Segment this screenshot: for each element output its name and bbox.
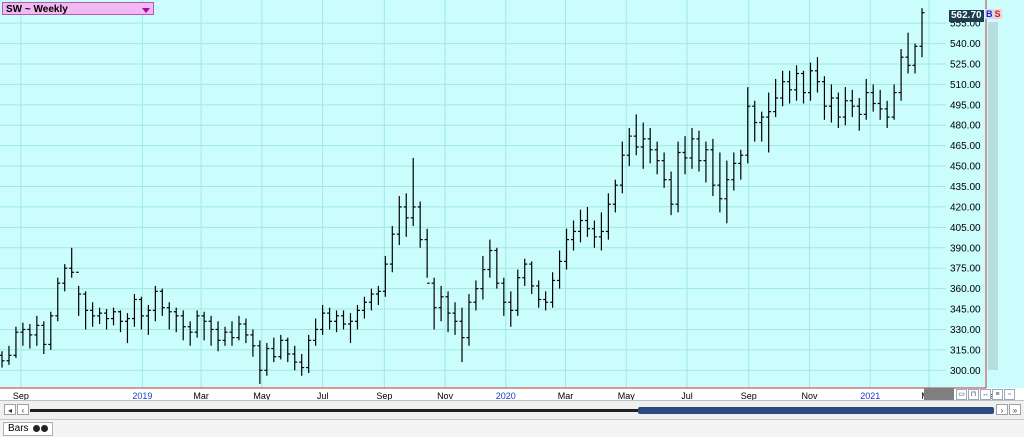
price-tick-label: 300.00	[950, 366, 981, 377]
scroll-right-icon[interactable]: ›	[996, 404, 1008, 415]
scroll-thumb[interactable]	[638, 407, 994, 414]
scale-tool-icon[interactable]: ≡	[992, 389, 1003, 400]
bars-tab[interactable]: Bars	[3, 422, 54, 436]
symbol-selector[interactable]: SW ~ Weekly	[2, 2, 154, 15]
month-tick-label: Sep	[741, 391, 757, 400]
price-tick-label: 420.00	[950, 202, 981, 213]
month-tick-label: May	[618, 391, 636, 400]
price-tick-label: 345.00	[950, 305, 981, 316]
price-tick-label: 390.00	[950, 243, 981, 254]
month-tick-label: Jul	[317, 391, 329, 400]
year-tick-label: 2020	[496, 391, 516, 400]
buy-indicator[interactable]: B	[985, 9, 994, 19]
month-tick-label: May	[253, 391, 271, 400]
dots-icon	[41, 424, 49, 432]
scroll-left-end-icon[interactable]: ◂	[4, 404, 16, 415]
reset-tool-icon[interactable]: ▫	[1004, 389, 1015, 400]
year-tick-label: 2019	[132, 391, 152, 400]
sell-indicator[interactable]: S	[993, 9, 1002, 19]
price-tick-label: 375.00	[950, 264, 981, 275]
dots-icon	[33, 424, 41, 432]
month-tick-label: Nov	[801, 391, 818, 400]
price-tick-label: 330.00	[950, 325, 981, 336]
price-tick-label: 405.00	[950, 223, 981, 234]
zoom-tool-icon[interactable]: ▭	[956, 389, 967, 400]
month-tick-label: Jul	[681, 391, 693, 400]
status-bar: Bars	[0, 419, 1024, 437]
price-chart: 300.00 315.00 330.00 345.00 360.00 375.00 390.…	[0, 0, 1024, 400]
time-axis-labels: Sep 2019 Mar May Jul Sep Nov 2020 Mar May Jul Sep No…	[13, 391, 999, 400]
year-tick-label: 2021	[860, 391, 880, 400]
month-tick-label: Nov	[437, 391, 454, 400]
price-tick-label: 525.00	[950, 59, 981, 70]
price-tick-label: 495.00	[950, 100, 981, 111]
chart-area: 300.00 315.00 330.00 345.00 360.00 375.00 390.…	[0, 0, 1024, 400]
price-tick-label: 510.00	[950, 80, 981, 91]
month-tick-label: Sep	[376, 391, 392, 400]
scroll-left-icon[interactable]: ‹	[17, 404, 29, 415]
time-axis-marker[interactable]	[924, 388, 954, 400]
bars-tab-label: Bars	[8, 423, 29, 434]
scale-strip	[988, 22, 998, 370]
price-tick-label: 435.00	[950, 182, 981, 193]
last-price-tag: 562.70	[949, 10, 984, 22]
time-scrollbar[interactable]: ◂ ‹ › »	[0, 400, 1024, 419]
scroll-right-end-icon[interactable]: »	[1009, 404, 1021, 415]
price-tick-label: 465.00	[950, 141, 981, 152]
month-tick-label: Sep	[13, 391, 29, 400]
symbol-selector-label: SW ~ Weekly	[6, 4, 68, 15]
fit-tool-icon[interactable]: ↔	[980, 389, 991, 400]
dropdown-arrow-icon[interactable]	[142, 8, 150, 13]
pan-tool-icon[interactable]: ⊓	[968, 389, 979, 400]
price-tick-label: 450.00	[950, 162, 981, 173]
price-tick-label: 540.00	[950, 39, 981, 50]
month-tick-label: Mar	[193, 391, 209, 400]
price-tick-label: 480.00	[950, 121, 981, 132]
month-tick-label: Mar	[558, 391, 574, 400]
bs-indicator[interactable]: BS	[985, 9, 1002, 20]
price-tick-label: 315.00	[950, 345, 981, 356]
price-tick-label: 360.00	[950, 284, 981, 295]
